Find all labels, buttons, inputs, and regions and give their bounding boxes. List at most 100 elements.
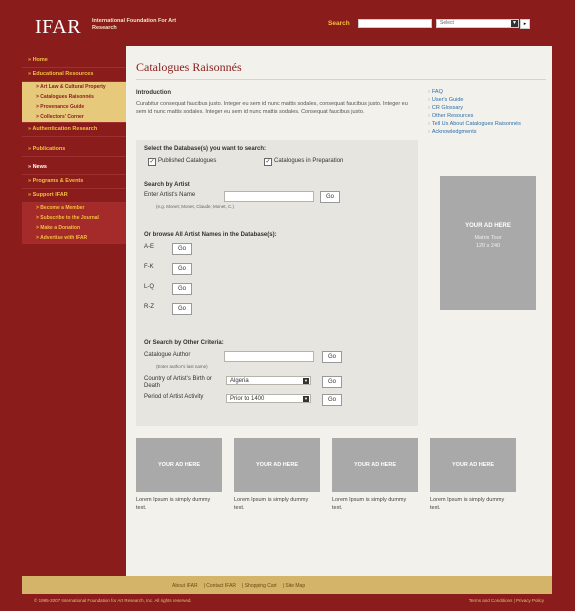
search-input[interactable] (358, 19, 432, 28)
country-label: Country of Artist's Birth or Death (144, 376, 212, 389)
ad-subtitle: Matrix Tour 120 x 240 (440, 234, 536, 250)
published-checkbox[interactable]: ✓ (148, 158, 156, 166)
terms-links[interactable]: Terms and Conditions | Privacy Policy (469, 598, 544, 603)
educational-submenu: > Art Law & Cultural Property > Catalogu… (22, 82, 126, 123)
ad-box[interactable]: YOUR AD HERE (136, 438, 222, 492)
sidebar-item-support-ifar[interactable]: » Support IFAR (22, 189, 126, 203)
browse-heading: Or browse All Artist Names in the Databa… (144, 232, 277, 238)
author-input[interactable] (224, 351, 314, 362)
bullet: › (428, 121, 430, 127)
range-go-button[interactable]: Go (172, 283, 192, 295)
logo-subtitle: International Foundation For Art Researc… (92, 18, 177, 31)
period-go-button[interactable]: Go (322, 394, 342, 406)
author-label: Catalogue Author (144, 352, 191, 358)
submenu-item[interactable]: > Provenance Guide (22, 102, 126, 112)
ad-title: YOUR AD HERE (465, 223, 511, 229)
submenu-item[interactable]: > Advertise with IFAR (22, 233, 126, 243)
author-hint: (Enter author's last name) (156, 364, 208, 369)
period-label: Period of Artist Activity (144, 394, 204, 400)
link-faq[interactable]: › FAQ (428, 88, 538, 96)
link-users-guide[interactable]: › User's Guide (428, 96, 538, 104)
footer-link-cart[interactable]: Shopping Cart (245, 583, 277, 589)
ad-size: 120 x 240 (475, 243, 501, 249)
bullet: › (428, 89, 430, 95)
country-value: Algeria (230, 378, 249, 384)
bullet: › (428, 97, 430, 103)
main-content: Catalogues Raisonnés Introduction Curabi… (126, 46, 552, 576)
copyright: © 1995-2007 International Foundation for… (34, 598, 192, 603)
artist-go-button[interactable]: Go (320, 191, 340, 203)
artist-name-label: Enter Artist's Name (144, 192, 196, 198)
ad-format: Matrix Tour (474, 235, 502, 241)
footer-links: About IFAR | Contact IFAR | Shopping Cart |… (172, 583, 306, 589)
intro-text: Curabitur consequat faucibus justo. Inte… (136, 101, 408, 115)
period-select[interactable]: Prior to 1400 ▼ (226, 394, 311, 403)
bottom-bar: © 1995-2007 International Foundation for… (22, 594, 552, 606)
link-label: User's Guide (431, 97, 464, 103)
submenu-item[interactable]: > Catalogues Raisonnés (22, 92, 126, 102)
artist-hint: (e.g. Monet; Monet, Claude; Monet, C.) (156, 204, 235, 209)
range-go-button[interactable]: Go (172, 263, 192, 275)
sidebar-item-publications[interactable]: » Publications (22, 143, 126, 157)
sidebar-item-programs-events[interactable]: » Programs & Events (22, 175, 126, 189)
sidebar-item-educational-resources[interactable]: » Educational Resources (22, 68, 126, 82)
range-label: F-K (144, 264, 154, 270)
link-cr-glossary[interactable]: › CR Glossary (428, 104, 538, 112)
submenu-item[interactable]: > Subscribe to the Journal (22, 213, 126, 223)
site-logo[interactable]: IFAR (35, 16, 81, 39)
ad-caption: Lorem Ipsum is simply dummy text. (430, 497, 505, 511)
submenu-item[interactable]: > Art Law & Cultural Property (22, 82, 126, 92)
submenu-item[interactable]: > Collectors' Corner (22, 112, 126, 122)
ad-box[interactable]: YOUR AD HERE (234, 438, 320, 492)
link-label: Acknowledgments (431, 129, 477, 135)
skyscraper-ad[interactable]: YOUR AD HERE Matrix Tour 120 x 240 (440, 176, 536, 310)
search-scope-value: Select (440, 20, 454, 26)
link-acknowledgments[interactable]: › Acknowledgments (428, 128, 538, 136)
footer-link-about[interactable]: About IFAR (172, 583, 198, 589)
chevron-down-icon: ▼ (511, 20, 518, 27)
link-other-resources[interactable]: › Other Resources (428, 112, 538, 120)
search-go-button[interactable]: ▸ (520, 19, 530, 29)
search-label: Search (328, 20, 350, 27)
country-go-button[interactable]: Go (322, 376, 342, 388)
sidebar-item-home[interactable]: » Home (22, 54, 126, 68)
footer-link-contact[interactable]: Contact IFAR (206, 583, 236, 589)
page-title: Catalogues Raisonnés (136, 60, 242, 74)
footer-link-sitemap[interactable]: Site Map (285, 583, 305, 589)
range-go-button[interactable]: Go (172, 243, 192, 255)
country-select[interactable]: Algeria ▼ (226, 376, 311, 385)
artist-name-input[interactable] (224, 191, 314, 202)
by-artist-heading: Search by Artist (144, 182, 190, 188)
link-label: Other Resources (431, 113, 474, 119)
search-panel: Select the Database(s) you want to searc… (136, 140, 418, 426)
author-go-button[interactable]: Go (322, 351, 342, 363)
ad-caption: Lorem Ipsum is simply dummy text. (234, 497, 309, 511)
submenu-item[interactable]: > Become a Member (22, 203, 126, 213)
range-go-button[interactable]: Go (172, 303, 192, 315)
sidebar-item-authentication-research[interactable]: » Authentication Research (22, 123, 126, 137)
range-label: R-Z (144, 304, 154, 310)
database-heading: Select the Database(s) you want to searc… (144, 146, 267, 152)
link-label: CR Glossary (431, 105, 464, 111)
published-label: Published Catalogues (158, 158, 217, 164)
footer: About IFAR | Contact IFAR | Shopping Cart |… (22, 576, 552, 594)
intro-heading: Introduction (136, 90, 171, 96)
range-label: L-Q (144, 284, 155, 290)
bullet: › (428, 129, 430, 135)
ad-box[interactable]: YOUR AD HERE (332, 438, 418, 492)
ad-caption: Lorem Ipsum is simply dummy text. (136, 497, 211, 511)
period-value: Prior to 1400 (230, 396, 265, 402)
bullet: › (428, 105, 430, 111)
link-label: FAQ (431, 89, 443, 95)
sidebar-nav: » Home » Educational Resources > Art Law… (22, 46, 126, 576)
ad-box[interactable]: YOUR AD HERE (430, 438, 516, 492)
sidebar-item-news[interactable]: » News (22, 161, 126, 175)
divider (136, 79, 546, 80)
in-preparation-checkbox[interactable]: ✓ (264, 158, 272, 166)
link-tell-us[interactable]: › Tell Us About Catalogues Raisonnés (428, 120, 538, 128)
other-criteria-heading: Or Search by Other Criteria: (144, 340, 224, 346)
range-label: A-E (144, 244, 155, 250)
submenu-item[interactable]: > Make a Donation (22, 223, 126, 233)
in-preparation-label: Catalogues in Preparation (274, 158, 344, 164)
search-scope-select[interactable]: Select ▼ (436, 19, 519, 28)
